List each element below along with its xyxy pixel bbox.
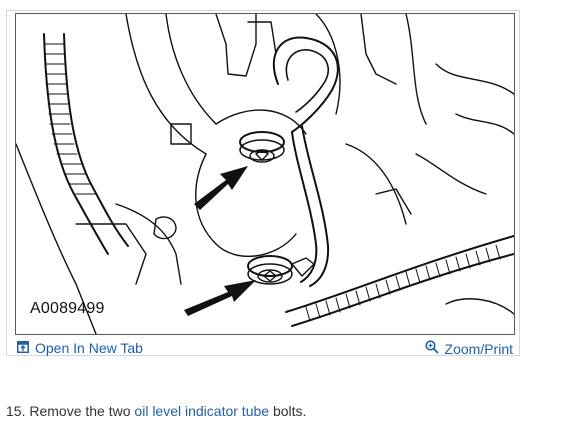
open-in-new-tab-button[interactable]: Open In New Tab (17, 340, 143, 356)
open-in-new-tab-icon (17, 340, 29, 356)
engine-line-drawing (16, 14, 514, 334)
step-number: 15. (6, 403, 26, 419)
magnifier-icon (424, 340, 439, 357)
figure-card: A0089499 Open In New Tab Zoom/Print (6, 10, 520, 357)
zoom-print-label: Zoom/Print (444, 340, 513, 357)
step-text-suffix: bolts. (272, 403, 307, 419)
engine-illustration: A0089499 (15, 13, 515, 335)
oil-level-indicator-tube-link[interactable]: oil level indicator tube (134, 403, 269, 419)
figure-id-label: A0089499 (30, 300, 105, 317)
step-text-prefix: Remove the two (29, 403, 131, 419)
zoom-print-button[interactable]: Zoom/Print (424, 340, 513, 357)
figure-action-bar: Open In New Tab Zoom/Print (7, 335, 519, 357)
instruction-step: 15. Remove the two oil level indicator t… (6, 403, 306, 419)
open-in-new-tab-label: Open In New Tab (35, 340, 143, 356)
